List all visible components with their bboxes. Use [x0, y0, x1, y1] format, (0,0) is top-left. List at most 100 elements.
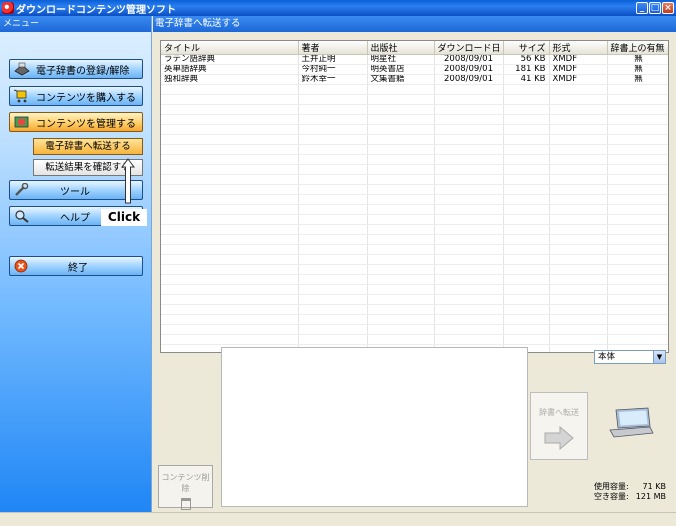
- empty-cell: [434, 174, 504, 185]
- empty-cell: [434, 314, 504, 325]
- empty-cell: [503, 254, 550, 265]
- manage-contents-button[interactable]: コンテンツを管理する: [9, 112, 143, 132]
- table-cell: 56 KB: [503, 54, 550, 65]
- transfer-to-dictionary-action-button[interactable]: 辞書へ転送: [530, 392, 588, 460]
- purchase-contents-button[interactable]: コンテンツを購入する: [9, 86, 143, 106]
- empty-cell: [161, 104, 299, 115]
- table-cell: 2008/09/01: [434, 74, 504, 85]
- empty-cell: [161, 114, 299, 125]
- empty-cell: [549, 144, 608, 155]
- column-header-size[interactable]: サイズ: [503, 41, 550, 55]
- empty-cell: [367, 114, 435, 125]
- column-header-on-dictionary[interactable]: 辞書上の有無: [607, 41, 668, 55]
- empty-cell: [161, 244, 299, 255]
- empty-cell: [503, 164, 550, 175]
- empty-cell: [549, 244, 608, 255]
- transfer-to-dictionary-button[interactable]: 電子辞書へ転送する: [33, 138, 143, 155]
- chevron-down-icon: ▼: [653, 351, 665, 363]
- exit-button[interactable]: 終了: [9, 256, 143, 276]
- manage-contents-icon: [14, 115, 30, 129]
- table-row[interactable]: 独和辞典 鈴木幸一 文集書籍 2008/09/01 41 KB XMDF 無: [161, 74, 668, 85]
- empty-cell: [161, 314, 299, 325]
- empty-cell: [434, 244, 504, 255]
- table-row[interactable]: 英単語辞典 今村純一 明英書店 2008/09/01 181 KB XMDF 無: [161, 64, 668, 75]
- empty-cell: [161, 154, 299, 165]
- empty-table-row: [161, 244, 668, 255]
- table-row[interactable]: ラテン語辞典 土井正明 明星社 2008/09/01 56 KB XMDF 無: [161, 54, 668, 65]
- column-header-author[interactable]: 著者: [298, 41, 368, 55]
- contents-list[interactable]: タイトル 著者 出版社 ダウンロード日 サイズ 形式 辞書上の有無 ラテン語辞典…: [160, 40, 669, 353]
- empty-table-row: [161, 314, 668, 325]
- empty-cell: [549, 124, 608, 135]
- empty-cell: [161, 194, 299, 205]
- table-cell: 独和辞典: [161, 74, 299, 85]
- empty-cell: [298, 244, 368, 255]
- empty-cell: [503, 204, 550, 215]
- table-cell: 2008/09/01: [434, 54, 504, 65]
- click-callout: Click: [101, 209, 147, 226]
- close-button[interactable]: ×: [662, 2, 674, 14]
- empty-cell: [434, 334, 504, 345]
- empty-cell: [298, 194, 368, 205]
- empty-table-row: [161, 324, 668, 335]
- empty-cell: [161, 174, 299, 185]
- empty-cell: [298, 214, 368, 225]
- table-cell: 今村純一: [298, 64, 368, 75]
- empty-cell: [298, 134, 368, 145]
- empty-cell: [367, 294, 435, 305]
- empty-cell: [434, 264, 504, 275]
- minimize-button[interactable]: _: [636, 2, 648, 14]
- empty-cell: [367, 324, 435, 335]
- empty-cell: [549, 334, 608, 345]
- window-controls: _ □ ×: [636, 2, 674, 14]
- maximize-button[interactable]: □: [649, 2, 661, 14]
- column-header-publisher[interactable]: 出版社: [367, 41, 435, 55]
- empty-cell: [503, 244, 550, 255]
- empty-cell: [298, 204, 368, 215]
- empty-table-row: [161, 154, 668, 165]
- empty-cell: [549, 284, 608, 295]
- up-arrow-icon: [121, 158, 135, 204]
- magnifier-icon: [14, 209, 30, 223]
- empty-cell: [298, 224, 368, 235]
- empty-cell: [607, 134, 668, 145]
- empty-cell: [298, 114, 368, 125]
- empty-cell: [434, 284, 504, 295]
- register-dictionary-button[interactable]: 電子辞書の登録/解除: [9, 59, 143, 79]
- table-cell: ラテン語辞典: [161, 54, 299, 65]
- empty-cell: [503, 174, 550, 185]
- empty-cell: [367, 214, 435, 225]
- table-cell: XMDF: [549, 64, 608, 75]
- empty-cell: [367, 274, 435, 285]
- column-header-title[interactable]: タイトル: [161, 41, 299, 55]
- title-bar: ダウンロードコンテンツ管理ソフト _ □ ×: [0, 0, 676, 16]
- empty-cell: [503, 224, 550, 235]
- empty-cell: [549, 204, 608, 215]
- empty-cell: [434, 144, 504, 155]
- empty-cell: [503, 294, 550, 305]
- empty-cell: [298, 304, 368, 315]
- empty-cell: [503, 234, 550, 245]
- empty-cell: [161, 94, 299, 105]
- empty-cell: [607, 254, 668, 265]
- empty-cell: [434, 214, 504, 225]
- empty-cell: [367, 104, 435, 115]
- empty-cell: [298, 84, 368, 95]
- empty-table-row: [161, 174, 668, 185]
- empty-cell: [549, 294, 608, 305]
- column-header-download-date[interactable]: ダウンロード日: [434, 41, 504, 55]
- empty-table-row: [161, 184, 668, 195]
- table-cell: 鈴木幸一: [298, 74, 368, 85]
- delete-content-button[interactable]: コンテンツ削除: [158, 465, 213, 510]
- empty-cell: [607, 214, 668, 225]
- empty-table-row: [161, 304, 668, 315]
- transfer-target-select[interactable]: 本体 ▼: [594, 350, 666, 364]
- empty-cell: [298, 334, 368, 345]
- tools-label: ツール: [60, 186, 90, 198]
- column-header-format[interactable]: 形式: [549, 41, 608, 55]
- empty-cell: [367, 84, 435, 95]
- empty-cell: [503, 324, 550, 335]
- status-bar: [0, 512, 676, 526]
- empty-cell: [607, 324, 668, 335]
- empty-cell: [607, 174, 668, 185]
